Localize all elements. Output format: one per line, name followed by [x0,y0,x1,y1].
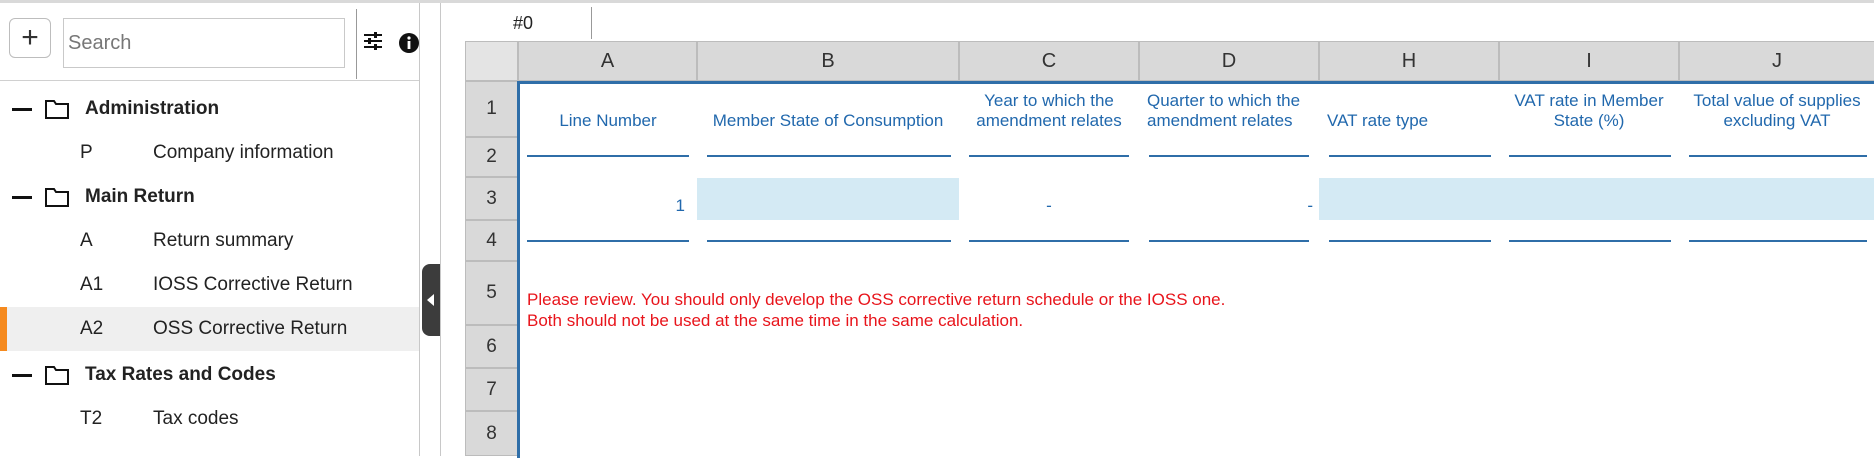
add-button[interactable]: + [9,18,51,58]
warning-message: Please review. You should only develop t… [527,289,1225,331]
row-header-3[interactable]: 3 [465,177,518,220]
input-vat-rate-fields[interactable] [1319,178,1874,220]
group-label: Administration [85,98,220,119]
item-label: Tax codes [153,408,239,429]
sidebar-item-ioss-corrective-return[interactable]: A1 IOSS Corrective Return [0,263,419,307]
row-underline [1329,240,1491,242]
info-icon[interactable] [399,33,419,53]
row-header-1[interactable]: 1 [465,81,518,137]
folder-icon [45,188,69,207]
item-code: T2 [80,408,103,429]
search-input[interactable] [63,18,345,68]
warning-line-1: Please review. You should only develop t… [527,290,1226,309]
item-code: A2 [80,318,104,339]
row-underline [1689,240,1867,242]
item-label: OSS Corrective Return [153,318,348,339]
filter-settings-icon[interactable] [363,31,383,51]
group-tax-rates-and-codes[interactable]: Tax Rates and Codes [0,353,419,397]
item-code: A [80,230,93,251]
row-header-5[interactable]: 5 [465,261,518,325]
header-underline [969,155,1129,157]
column-header-j[interactable]: J [1679,41,1874,81]
row-header-4[interactable]: 4 [465,220,518,261]
header-underline [1149,155,1309,157]
column-header-h[interactable]: H [1319,41,1499,81]
item-code: P [80,142,93,163]
collapse-sidebar-handle[interactable] [422,264,440,336]
header-year-amendment: Year to which the amendment relates [976,91,1122,130]
cell-a3-line-number[interactable]: 1 [527,196,685,216]
toolbar-divider [356,9,357,79]
item-label: Return summary [153,230,294,251]
header-underline [527,155,689,157]
spreadsheet-area: #0 A B C D H I J 1 2 3 4 5 6 7 8 Line Nu… [440,3,1874,458]
collapse-minus-icon[interactable] [12,374,32,377]
row-underline [707,240,951,242]
group-administration[interactable]: Administration [0,87,419,131]
sidebar: + Administration P Company information M… [0,3,420,456]
row-underline [969,240,1129,242]
row-header-6[interactable]: 6 [465,325,518,368]
row-header-7[interactable]: 7 [465,368,518,411]
item-label: Company information [153,142,334,163]
header-underline [1509,155,1671,157]
header-vat-rate: VAT rate in Member State (%) [1514,91,1664,130]
sidebar-toolbar: + [0,3,419,81]
row-underline [1509,240,1671,242]
header-vat-rate-type: VAT rate type [1327,111,1429,130]
row-header-2[interactable]: 2 [465,137,518,177]
header-quarter-amendment: Quarter to which the amendment relates [1147,91,1301,130]
column-header-a[interactable]: A [518,41,697,81]
warning-line-2: Both should not be used at the same time… [527,311,1024,330]
column-header-i[interactable]: I [1499,41,1679,81]
folder-icon [45,366,69,385]
select-all-corner[interactable] [465,41,518,81]
cell-c3-year[interactable]: - [969,196,1129,216]
selection-frame-top [518,81,1874,84]
sidebar-item-return-summary[interactable]: A Return summary [0,219,419,263]
group-label: Tax Rates and Codes [85,364,276,385]
folder-icon [45,100,69,119]
group-main-return[interactable]: Main Return [0,175,419,219]
row-header-8[interactable]: 8 [465,411,518,456]
header-member-state: Member State of Consumption [712,111,944,130]
header-underline [1689,155,1867,157]
selection-frame-left [517,81,520,458]
header-underline [1329,155,1491,157]
group-label: Main Return [85,186,195,207]
column-header-d[interactable]: D [1139,41,1319,81]
row-underline [1149,240,1309,242]
cell-reference-divider [591,7,592,39]
item-code: A1 [80,274,104,295]
header-line-number: Line Number [559,111,657,130]
row-underline [527,240,689,242]
sidebar-item-company-information[interactable]: P Company information [0,131,419,175]
item-label: IOSS Corrective Return [153,274,353,295]
column-header-b[interactable]: B [697,41,959,81]
header-total-value: Total value of supplies excluding VAT [1693,91,1861,130]
column-header-c[interactable]: C [959,41,1139,81]
collapse-minus-icon[interactable] [12,196,32,199]
sidebar-item-oss-corrective-return[interactable]: A2 OSS Corrective Return [0,307,419,351]
collapse-minus-icon[interactable] [12,108,32,111]
sidebar-item-tax-codes[interactable]: T2 Tax codes [0,397,419,441]
cell-reference: #0 [513,13,534,33]
input-member-state[interactable] [697,178,959,220]
header-underline [707,155,951,157]
cell-d3-quarter[interactable]: - [1149,196,1313,216]
